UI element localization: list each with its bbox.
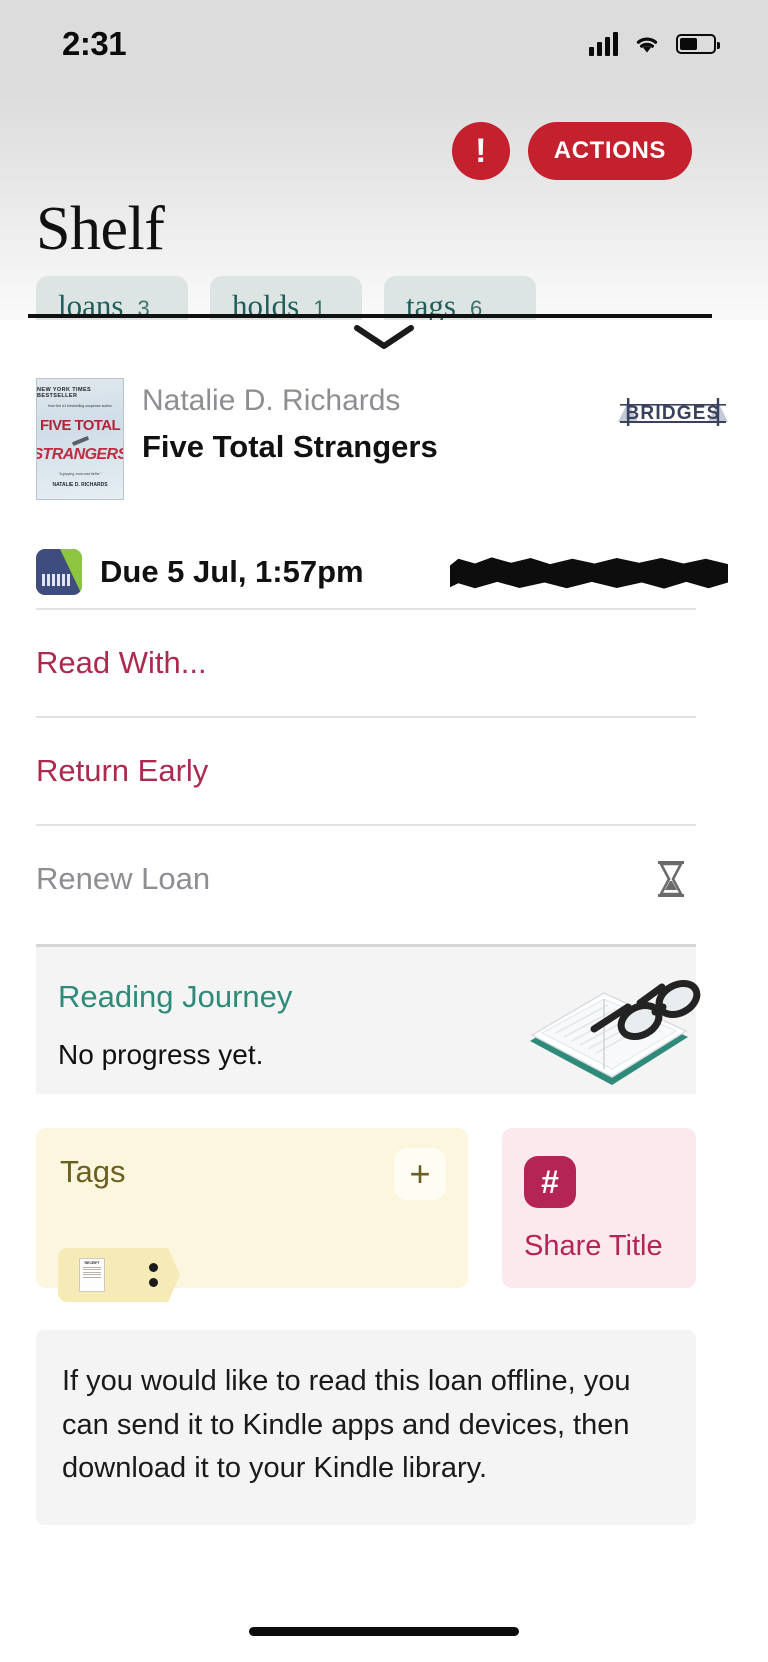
tag-chip-body: RECEIPT bbox=[58, 1248, 126, 1302]
loan-due-date: Due 5 Jul, 1:57pm bbox=[100, 554, 364, 589]
cellular-bars-icon bbox=[589, 32, 618, 56]
chevron-down-icon bbox=[354, 325, 414, 349]
status-bar-indicators bbox=[589, 32, 720, 56]
ebook-format-icon bbox=[36, 549, 82, 595]
battery-icon bbox=[676, 34, 720, 54]
bridges-logo-icon: BRIDGES bbox=[618, 398, 728, 426]
library-logo[interactable]: BRIDGES bbox=[614, 392, 732, 430]
bridges-logo-text: BRIDGES bbox=[626, 403, 721, 424]
share-title-card[interactable]: # Share Title bbox=[502, 1128, 696, 1288]
header-divider bbox=[28, 314, 712, 318]
loan-due-row: Due 5 Jul, 1:57pm bbox=[36, 542, 732, 602]
hashtag-icon: # bbox=[524, 1156, 576, 1208]
read-with-action[interactable]: Read With... bbox=[36, 610, 696, 716]
loan-book-row: NEW YORK TIMES BESTSELLER from the #1 be… bbox=[36, 378, 732, 500]
alert-button[interactable]: ! bbox=[451, 122, 510, 180]
cover-title-line2: STRANGERS bbox=[36, 446, 124, 463]
cover-tagline: from the #1 bestselling suspense author bbox=[48, 404, 112, 408]
renew-loan-action[interactable]: Renew Loan bbox=[36, 826, 696, 932]
kindle-info-panel: If you would like to read this loan offl… bbox=[36, 1330, 696, 1525]
add-tag-button[interactable]: + bbox=[394, 1148, 446, 1200]
shelf-cards-row: Tags + RECEIPT # Share Title bbox=[36, 1128, 696, 1302]
loan-actions-list: Read With... Return Early Renew Loan bbox=[36, 608, 696, 932]
status-bar-clock: 2:31 bbox=[62, 25, 127, 62]
reading-journey-card[interactable]: Reading Journey No progress yet. bbox=[36, 944, 701, 1094]
actions-button[interactable]: ACTIONS bbox=[527, 122, 692, 180]
redacted-text-block bbox=[450, 557, 728, 589]
tag-chip-menu[interactable] bbox=[126, 1248, 180, 1302]
header-action-buttons: ! ACTIONS bbox=[451, 122, 692, 180]
renew-loan-label: Renew Loan bbox=[36, 861, 211, 896]
read-with-label: Read With... bbox=[36, 645, 207, 680]
book-author: Natalie D. Richards bbox=[142, 384, 401, 417]
return-early-action[interactable]: Return Early bbox=[36, 718, 696, 824]
tags-card[interactable]: Tags + RECEIPT bbox=[36, 1128, 468, 1302]
cover-banner: NEW YORK TIMES BESTSELLER bbox=[37, 387, 92, 399]
book-title[interactable]: Five Total Strangers bbox=[142, 429, 438, 465]
receipt-thumbnail-icon: RECEIPT bbox=[79, 1258, 105, 1292]
collapse-chevron-button[interactable] bbox=[0, 322, 768, 352]
status-bar: 2:31 bbox=[0, 0, 768, 88]
open-book-with-glasses-illustration bbox=[530, 979, 701, 1085]
cover-knife-graphic bbox=[71, 435, 89, 447]
cover-author: NATALIE D. RICHARDS bbox=[52, 482, 108, 488]
share-title-label: Share Title bbox=[524, 1230, 663, 1262]
app-screen: 2:31 ! ACTIONS Shelf loans 3 holds 1 tag… bbox=[0, 0, 768, 1662]
tag-chip[interactable]: RECEIPT bbox=[58, 1248, 180, 1302]
home-indicator[interactable] bbox=[249, 1627, 519, 1636]
cover-title-line1: FIVE TOTAL bbox=[39, 417, 121, 434]
book-info: Natalie D. Richards Five Total Strangers bbox=[142, 384, 438, 465]
kindle-info-text: If you would like to read this loan offl… bbox=[62, 1365, 631, 1484]
return-early-label: Return Early bbox=[36, 753, 209, 788]
hourglass-icon bbox=[658, 861, 684, 897]
cover-blurb: "A gripping, must-read thriller." bbox=[58, 472, 102, 476]
wifi-icon bbox=[636, 37, 658, 53]
book-cover-thumbnail[interactable]: NEW YORK TIMES BESTSELLER from the #1 be… bbox=[36, 378, 124, 500]
page-title: Shelf bbox=[36, 195, 165, 263]
